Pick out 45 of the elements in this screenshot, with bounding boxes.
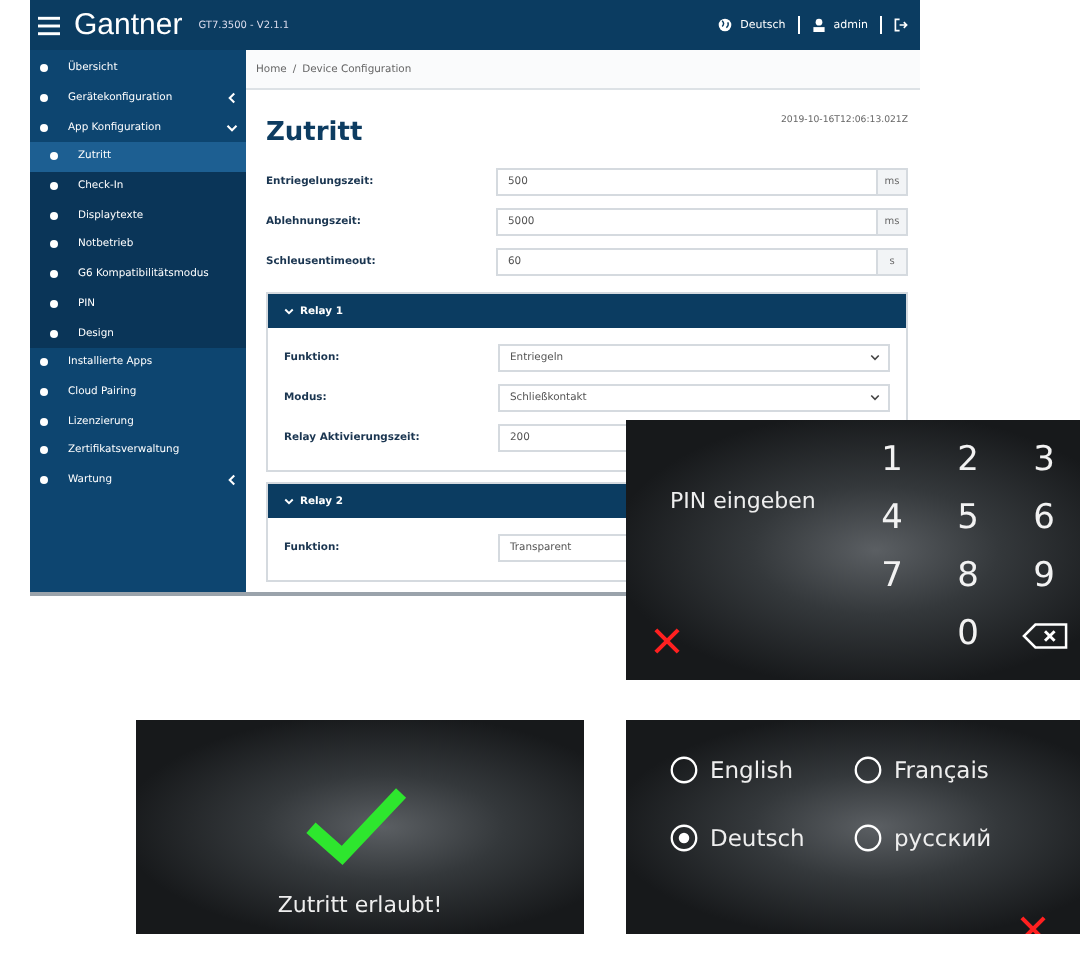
dropdown-caret-icon bbox=[870, 354, 880, 362]
close-icon[interactable] bbox=[654, 628, 680, 654]
language-option[interactable]: русский bbox=[854, 824, 1038, 852]
pin-prompt: PIN eingeben bbox=[670, 488, 816, 514]
keypad-key[interactable]: 1 bbox=[881, 444, 903, 478]
keypad-key[interactable]: 6 bbox=[1033, 502, 1055, 536]
keypad-key[interactable]: 9 bbox=[1033, 560, 1055, 594]
menu-item-icon bbox=[50, 240, 58, 249]
logout-icon[interactable] bbox=[894, 18, 908, 32]
keypad-key[interactable]: 5 bbox=[957, 502, 979, 536]
menu-item-icon bbox=[40, 64, 48, 73]
keypad-key[interactable]: 8 bbox=[957, 560, 979, 594]
page-title: Zutritt bbox=[266, 118, 363, 148]
radio-button[interactable] bbox=[670, 824, 698, 852]
access-message: Zutritt erlaubt! bbox=[275, 892, 445, 918]
keypad-key[interactable]: 7 bbox=[881, 560, 903, 594]
menu-item-icon bbox=[50, 182, 58, 191]
menu-item-icon bbox=[40, 123, 48, 132]
menu-item-icon bbox=[50, 270, 58, 279]
globe-icon bbox=[718, 18, 733, 32]
radio-button[interactable] bbox=[854, 824, 882, 852]
menu-item-icon bbox=[40, 387, 48, 396]
menu-item-icon bbox=[40, 94, 48, 103]
keypad-key[interactable]: 0 bbox=[957, 618, 979, 652]
menu-icon[interactable] bbox=[38, 15, 60, 35]
menu-item-icon bbox=[50, 299, 58, 308]
checkmark-icon bbox=[304, 786, 408, 866]
backspace-icon[interactable] bbox=[1021, 621, 1067, 649]
language-option[interactable]: Deutsch bbox=[670, 824, 854, 852]
menu-item-icon bbox=[50, 211, 58, 220]
dropdown-caret-icon bbox=[870, 394, 880, 402]
menu-item-icon bbox=[50, 329, 58, 338]
radio-button[interactable] bbox=[670, 756, 698, 784]
brand-logo: Gantner bbox=[74, 8, 183, 42]
language-option[interactable]: Français bbox=[854, 756, 1038, 784]
language-option[interactable]: English bbox=[670, 756, 854, 784]
user-icon bbox=[811, 18, 826, 32]
keypad-key[interactable]: 3 bbox=[1033, 444, 1055, 478]
menu-item-icon bbox=[50, 152, 58, 161]
menu-item-icon bbox=[40, 358, 48, 367]
menu-item-icon bbox=[40, 475, 48, 484]
menu-item-icon bbox=[40, 417, 48, 426]
radio-button[interactable] bbox=[854, 756, 882, 784]
menu-item-icon bbox=[40, 446, 48, 455]
keypad-key[interactable]: 2 bbox=[957, 444, 979, 478]
